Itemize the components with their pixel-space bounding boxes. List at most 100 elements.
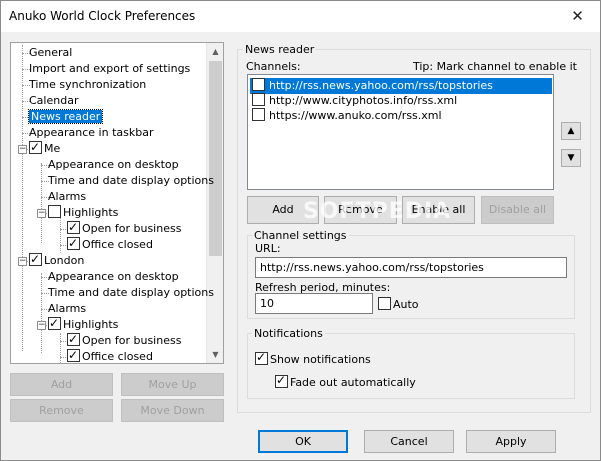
tree-item[interactable]: Highlights: [48, 315, 119, 333]
tree-item-checkbox[interactable]: [67, 235, 80, 251]
tree-add-button[interactable]: Add: [10, 373, 113, 396]
url-label: URL:: [255, 242, 281, 255]
collapse-icon[interactable]: −: [18, 145, 27, 154]
tree-item[interactable]: Me: [29, 139, 61, 157]
refresh-input[interactable]: 10: [255, 293, 373, 314]
tree-item-label: News reader: [27, 109, 104, 124]
move-channel-up-icon[interactable]: ▲: [561, 122, 581, 140]
tree-guide: [41, 273, 42, 353]
tree-item-label: General: [29, 46, 73, 59]
channel-checkbox[interactable]: [252, 78, 265, 91]
disable-all-button[interactable]: Disable all: [481, 196, 554, 224]
tree-remove-button[interactable]: Remove: [10, 399, 113, 422]
notifications-group: [247, 333, 575, 399]
tree-item-checkbox[interactable]: [48, 205, 61, 218]
move-down-button[interactable]: Move Down: [121, 399, 224, 422]
channel-checkbox[interactable]: [252, 93, 265, 106]
tree-item-checkbox[interactable]: [29, 251, 42, 267]
tree-item-label: Appearance on desktop: [48, 158, 179, 171]
tree-item[interactable]: Appearance in taskbar: [29, 125, 153, 141]
notifications-title: Notifications: [252, 327, 325, 340]
close-icon[interactable]: ✕: [555, 1, 600, 31]
tree-item[interactable]: London: [29, 251, 84, 269]
auto-checkbox-box[interactable]: [378, 297, 391, 310]
tree-item-label: Open for business: [82, 222, 182, 235]
move-up-button[interactable]: Move Up: [121, 373, 224, 396]
channel-url: https://www.anuko.com/rss.xml: [269, 109, 442, 122]
tree-item-label: Office closed: [82, 350, 153, 363]
fade-out-checkbox[interactable]: Fade out automatically: [275, 373, 416, 389]
tree-item-label: Import and export of settings: [29, 62, 191, 75]
tree-scrollbar[interactable]: ▲ ▼: [206, 43, 223, 363]
tree-item-label: Time and date display options: [48, 286, 214, 299]
tree-item[interactable]: Time and date display options: [48, 173, 214, 189]
tree-item-label: Highlights: [63, 318, 119, 331]
tree-item[interactable]: Appearance on desktop: [48, 157, 179, 173]
channels-label: Channels:: [246, 60, 301, 73]
channel-url: http://www.cityphotos.info/rss.xml: [269, 94, 458, 107]
tree-item[interactable]: General: [29, 45, 72, 61]
tree-item[interactable]: Calendar: [29, 93, 78, 109]
tree-item-label: Appearance in taskbar: [29, 126, 154, 139]
news-reader-title: News reader: [243, 43, 317, 56]
window-title: Anuko World Clock Preferences: [9, 9, 196, 23]
tree-item[interactable]: Open for business: [67, 219, 182, 237]
show-notifications-label: Show notifications: [270, 353, 371, 366]
channel-checkbox[interactable]: [252, 108, 265, 121]
tree-item-label: Alarms: [48, 190, 87, 203]
collapse-icon[interactable]: −: [37, 209, 46, 218]
channel-item[interactable]: https://www.anuko.com/rss.xml: [250, 108, 552, 124]
channel-url: http://rss.news.yahoo.com/rss/topstories: [269, 79, 493, 92]
collapse-icon[interactable]: −: [18, 257, 27, 266]
channel-settings-title: Channel settings: [252, 229, 349, 242]
tree-item-checkbox[interactable]: [29, 139, 42, 155]
settings-tree[interactable]: ▲ ▼ General Import and export of settings…: [10, 42, 224, 364]
tree-guide: [41, 163, 42, 243]
tree-item-label: Time synchronization: [29, 78, 147, 91]
channel-item[interactable]: http://www.cityphotos.info/rss.xml: [250, 93, 552, 109]
auto-checkbox[interactable]: Auto: [378, 297, 419, 311]
tree-item-checkbox[interactable]: [48, 315, 61, 331]
tree-item-label: Open for business: [82, 334, 182, 347]
scroll-down-icon[interactable]: ▼: [207, 346, 223, 363]
tree-item[interactable]: Highlights: [48, 205, 118, 221]
title-bar: Anuko World Clock Preferences ✕: [1, 1, 600, 32]
tree-item-label: Highlights: [63, 206, 119, 219]
tip-text: Tip: Mark channel to enable it: [413, 60, 577, 73]
url-input[interactable]: http://rss.news.yahoo.com/rss/topstories: [255, 257, 567, 278]
apply-button[interactable]: Apply: [466, 430, 556, 453]
tree-item-label: Me: [44, 142, 61, 155]
tree-item[interactable]: Office closed: [67, 235, 153, 253]
tree-item[interactable]: Time and date display options: [48, 285, 214, 301]
tree-item-label: Alarms: [48, 302, 87, 315]
fade-out-label: Fade out automatically: [290, 376, 416, 389]
move-channel-down-icon[interactable]: ▼: [561, 149, 581, 167]
tree-item-checkbox[interactable]: [67, 331, 80, 347]
tree-item[interactable]: Alarms: [48, 189, 86, 205]
tree-item[interactable]: Import and export of settings: [29, 61, 190, 77]
tree-item[interactable]: Office closed: [67, 347, 153, 363]
channels-list[interactable]: http://rss.news.yahoo.com/rss/topstories…: [247, 74, 554, 190]
collapse-icon[interactable]: −: [37, 321, 46, 330]
scroll-thumb[interactable]: [209, 61, 222, 256]
auto-label: Auto: [393, 298, 419, 311]
scroll-up-icon[interactable]: ▲: [207, 43, 223, 60]
fade-out-box[interactable]: [275, 373, 288, 388]
tree-item-label: Calendar: [29, 94, 79, 107]
cancel-button[interactable]: Cancel: [364, 430, 454, 453]
tree-item[interactable]: Open for business: [67, 331, 182, 349]
tree-item[interactable]: Appearance on desktop: [48, 269, 179, 285]
ok-button[interactable]: OK: [258, 430, 348, 453]
preferences-dialog: Anuko World Clock Preferences ✕ ▲ ▼ Gene…: [0, 0, 601, 461]
tree-item[interactable]: Time synchronization: [29, 77, 146, 93]
tree-item-label: Time and date display options: [48, 174, 214, 187]
tree-item-label: Appearance on desktop: [48, 270, 179, 283]
tree-item-checkbox[interactable]: [67, 347, 80, 363]
show-notifications-box[interactable]: [255, 350, 268, 365]
tree-item-checkbox[interactable]: [67, 219, 80, 235]
tree-guide: [60, 333, 61, 363]
channel-item[interactable]: http://rss.news.yahoo.com/rss/topstories: [250, 78, 552, 94]
tree-item[interactable]: News reader: [27, 109, 104, 125]
show-notifications-checkbox[interactable]: Show notifications: [255, 350, 371, 366]
tree-guide: [22, 45, 23, 351]
